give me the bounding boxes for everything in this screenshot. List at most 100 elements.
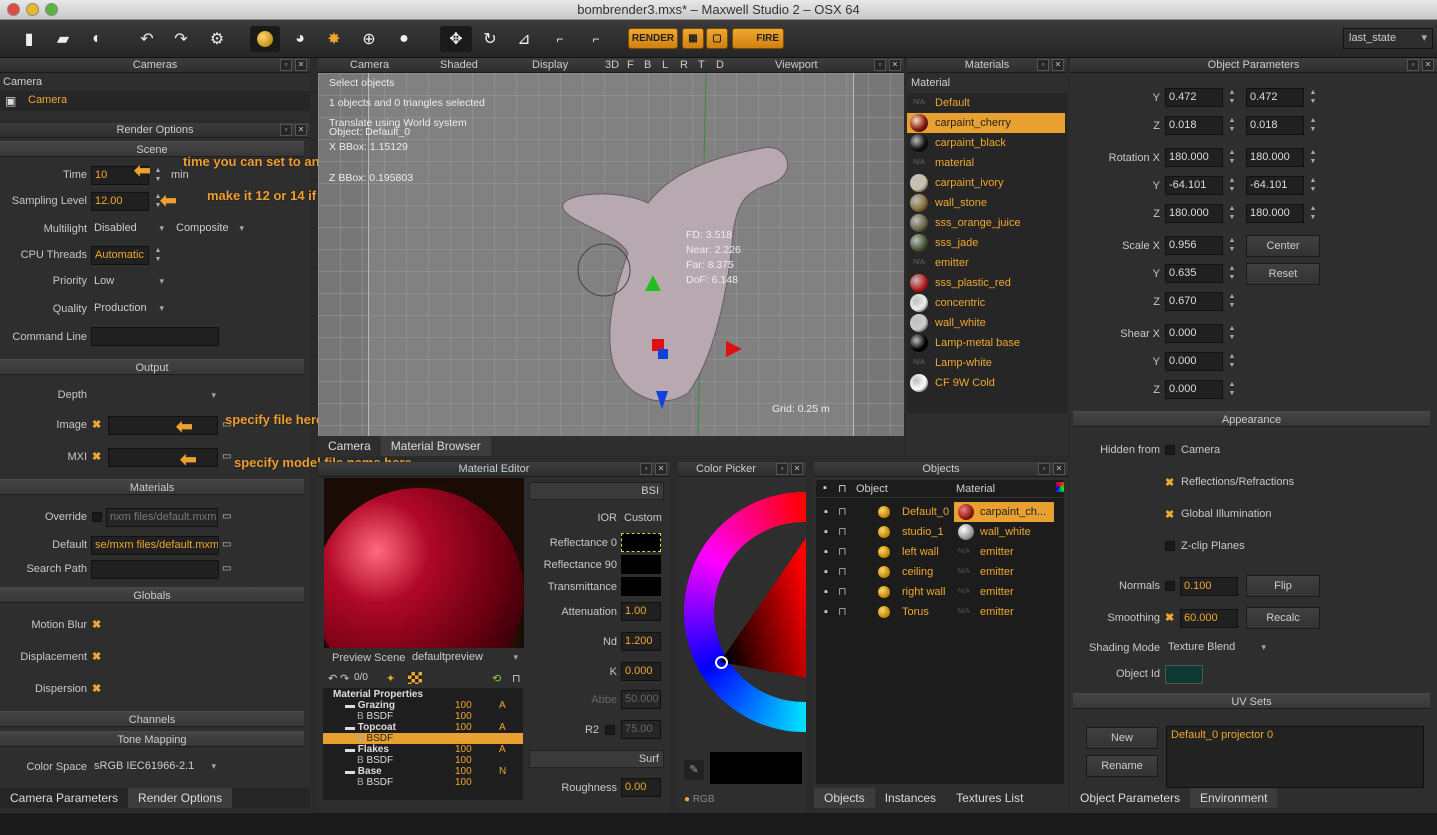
material-item[interactable]: N/A Default [907, 93, 1065, 113]
appearance-section[interactable]: Appearance [1073, 411, 1430, 427]
lock-toggle-icon[interactable]: ⊓ [838, 522, 847, 542]
roughness-field[interactable]: 0.00 [621, 778, 661, 797]
checker-icon[interactable] [408, 672, 422, 684]
r2-field[interactable]: 75.00 [621, 720, 661, 739]
close-icon[interactable]: ✕ [1052, 59, 1064, 71]
tab-environment[interactable]: Environment [1190, 788, 1278, 808]
object-row[interactable]: ▪ ⊓ right wall N/A emitter [816, 582, 1056, 602]
transform-stepper[interactable]: ▲ ▼ [1227, 116, 1237, 135]
object-row[interactable]: ▪ ⊓ studio_1 wall_white [816, 522, 1056, 542]
tree-node-weight[interactable]: 100 [455, 733, 472, 744]
visibility-toggle-icon[interactable]: ▪ [824, 522, 828, 542]
scale-field[interactable]: 0.635 [1165, 264, 1223, 283]
redo-icon[interactable]: ↷ [340, 672, 349, 685]
transform-field[interactable]: 180.000 [1165, 148, 1223, 167]
cpu-field[interactable]: Automatic [91, 246, 149, 265]
multilight-mode-select[interactable]: Composite [173, 219, 247, 238]
hidden-reflections-check-icon[interactable]: ✖ [1165, 476, 1174, 489]
material-item[interactable]: N/A material [907, 153, 1065, 173]
viewport-view-left[interactable]: L [662, 58, 668, 73]
material-column[interactable]: Material [956, 483, 995, 495]
material-item[interactable]: carpaint_cherry [907, 113, 1065, 133]
lock-toggle-icon[interactable]: ⊓ [838, 562, 847, 582]
transform-field[interactable]: 0.018 [1165, 116, 1223, 135]
close-icon[interactable]: ✕ [295, 124, 307, 136]
move-icon[interactable]: ✥ [440, 26, 472, 52]
uv-rename-button[interactable]: Rename [1086, 755, 1158, 777]
scale-field[interactable]: 0.670 [1165, 292, 1223, 311]
float-icon[interactable]: ▫ [280, 59, 292, 71]
transform-stepper[interactable]: ▲ ▼ [1227, 88, 1237, 107]
viewport-view-right[interactable]: R [680, 58, 688, 73]
material-item[interactable]: carpaint_black [907, 133, 1065, 153]
multilight-select[interactable]: Disabled [91, 219, 167, 238]
fire-button[interactable]: FIRE [732, 28, 784, 49]
tree-node-weight[interactable]: 100 [455, 744, 472, 755]
search-path-field[interactable] [91, 560, 219, 579]
camera-item[interactable]: ▣ Camera [0, 91, 310, 111]
scale-stepper[interactable]: ▲ ▼ [1227, 264, 1237, 283]
override-checkbox[interactable] [92, 512, 102, 522]
tree-node-weight[interactable]: 100 [455, 700, 472, 711]
tab-material-browser[interactable]: Material Browser [380, 436, 491, 456]
saturation-triangle[interactable] [678, 478, 806, 748]
object-material-cell[interactable]: N/A emitter [954, 582, 1054, 602]
r2-checkbox[interactable] [605, 725, 615, 735]
open-folder-icon[interactable]: ▰ [52, 26, 74, 52]
tree-node-flag[interactable]: A [499, 722, 506, 733]
reflectance90-swatch[interactable] [621, 555, 661, 574]
shear-field[interactable]: 0.000 [1165, 352, 1223, 371]
tab-instances[interactable]: Instances [875, 788, 946, 808]
reset-button[interactable]: Reset [1246, 263, 1320, 285]
viewport-view-down[interactable]: D [716, 58, 724, 73]
image-check-icon[interactable]: ✖ [92, 418, 101, 431]
light-tool-icon[interactable]: ⌐ [548, 26, 572, 52]
recalc-button[interactable]: Recalc [1246, 607, 1320, 629]
transform-stepper[interactable]: ▲ ▼ [1227, 176, 1237, 195]
shading-mode-select[interactable]: Texture Blend [1165, 638, 1269, 657]
material-tree-row[interactable]: Material Properties [323, 689, 523, 700]
material-tree-row[interactable]: ▬ Grazing 100 A [323, 700, 523, 711]
uv-list-item[interactable]: Default_0 projector 0 [1167, 727, 1423, 743]
rotate-icon[interactable]: ↻ [478, 26, 502, 52]
viewport-view-top[interactable]: T [698, 58, 705, 73]
tab-textures-list[interactable]: Textures List [946, 788, 1033, 808]
materials-section[interactable]: Materials [0, 479, 304, 495]
image-path-field[interactable] [108, 416, 218, 435]
settings-gear-icon[interactable]: ⚙ [204, 26, 230, 52]
tree-node-flag[interactable]: A [499, 744, 506, 755]
transform-field[interactable]: 0.472 [1165, 88, 1223, 107]
material-item[interactable]: sss_jade [907, 233, 1065, 253]
scale-field[interactable]: 0.956 [1165, 236, 1223, 255]
close-icon[interactable]: ✕ [655, 463, 667, 475]
lock-toggle-icon[interactable]: ⊓ [838, 542, 847, 562]
float-icon[interactable]: ▫ [280, 124, 292, 136]
color-wheel-area[interactable] [678, 478, 806, 748]
scale-icon[interactable]: ⊿ [512, 26, 536, 52]
redo-icon[interactable]: ↷ [170, 26, 192, 52]
material-item[interactable]: N/A emitter [907, 253, 1065, 273]
mxi-check-icon[interactable]: ✖ [92, 450, 101, 463]
material-tree-row[interactable]: B BSDF 100 [323, 733, 523, 744]
transform-stepper[interactable]: ▲ ▼ [1308, 116, 1318, 135]
bsdf-section[interactable]: BSI [529, 482, 664, 500]
shear-field[interactable]: 0.000 [1165, 380, 1223, 399]
material-tree-row[interactable]: ▬ Base 100 N [323, 766, 523, 777]
attenuation-field[interactable]: 1.00 [621, 602, 661, 621]
transform-field[interactable]: 180.000 [1165, 204, 1223, 223]
tree-node-flag[interactable]: N [499, 766, 506, 777]
object-row[interactable]: ▪ ⊓ Default_0 carpaint_ch... [816, 502, 1056, 522]
viewport-menu-display[interactable]: Display [532, 58, 568, 73]
float-icon[interactable]: ▫ [874, 59, 886, 71]
k-field[interactable]: 0.000 [621, 662, 661, 681]
default-path-field[interactable]: se/mxm files/default.mxm [91, 536, 219, 555]
scale-stepper[interactable]: ▲ ▼ [1227, 236, 1237, 255]
shear-stepper[interactable]: ▲ ▼ [1227, 380, 1237, 399]
viewport-menu-shaded[interactable]: Shaded [440, 58, 478, 73]
folder-icon[interactable]: ▭ [222, 511, 231, 522]
float-icon[interactable]: ▫ [1038, 463, 1050, 475]
visibility-toggle-icon[interactable]: ▪ [824, 502, 828, 522]
tree-node-weight[interactable]: 100 [455, 722, 472, 733]
close-icon[interactable]: ✕ [889, 59, 901, 71]
folder-icon[interactable]: ▭ [222, 451, 231, 462]
